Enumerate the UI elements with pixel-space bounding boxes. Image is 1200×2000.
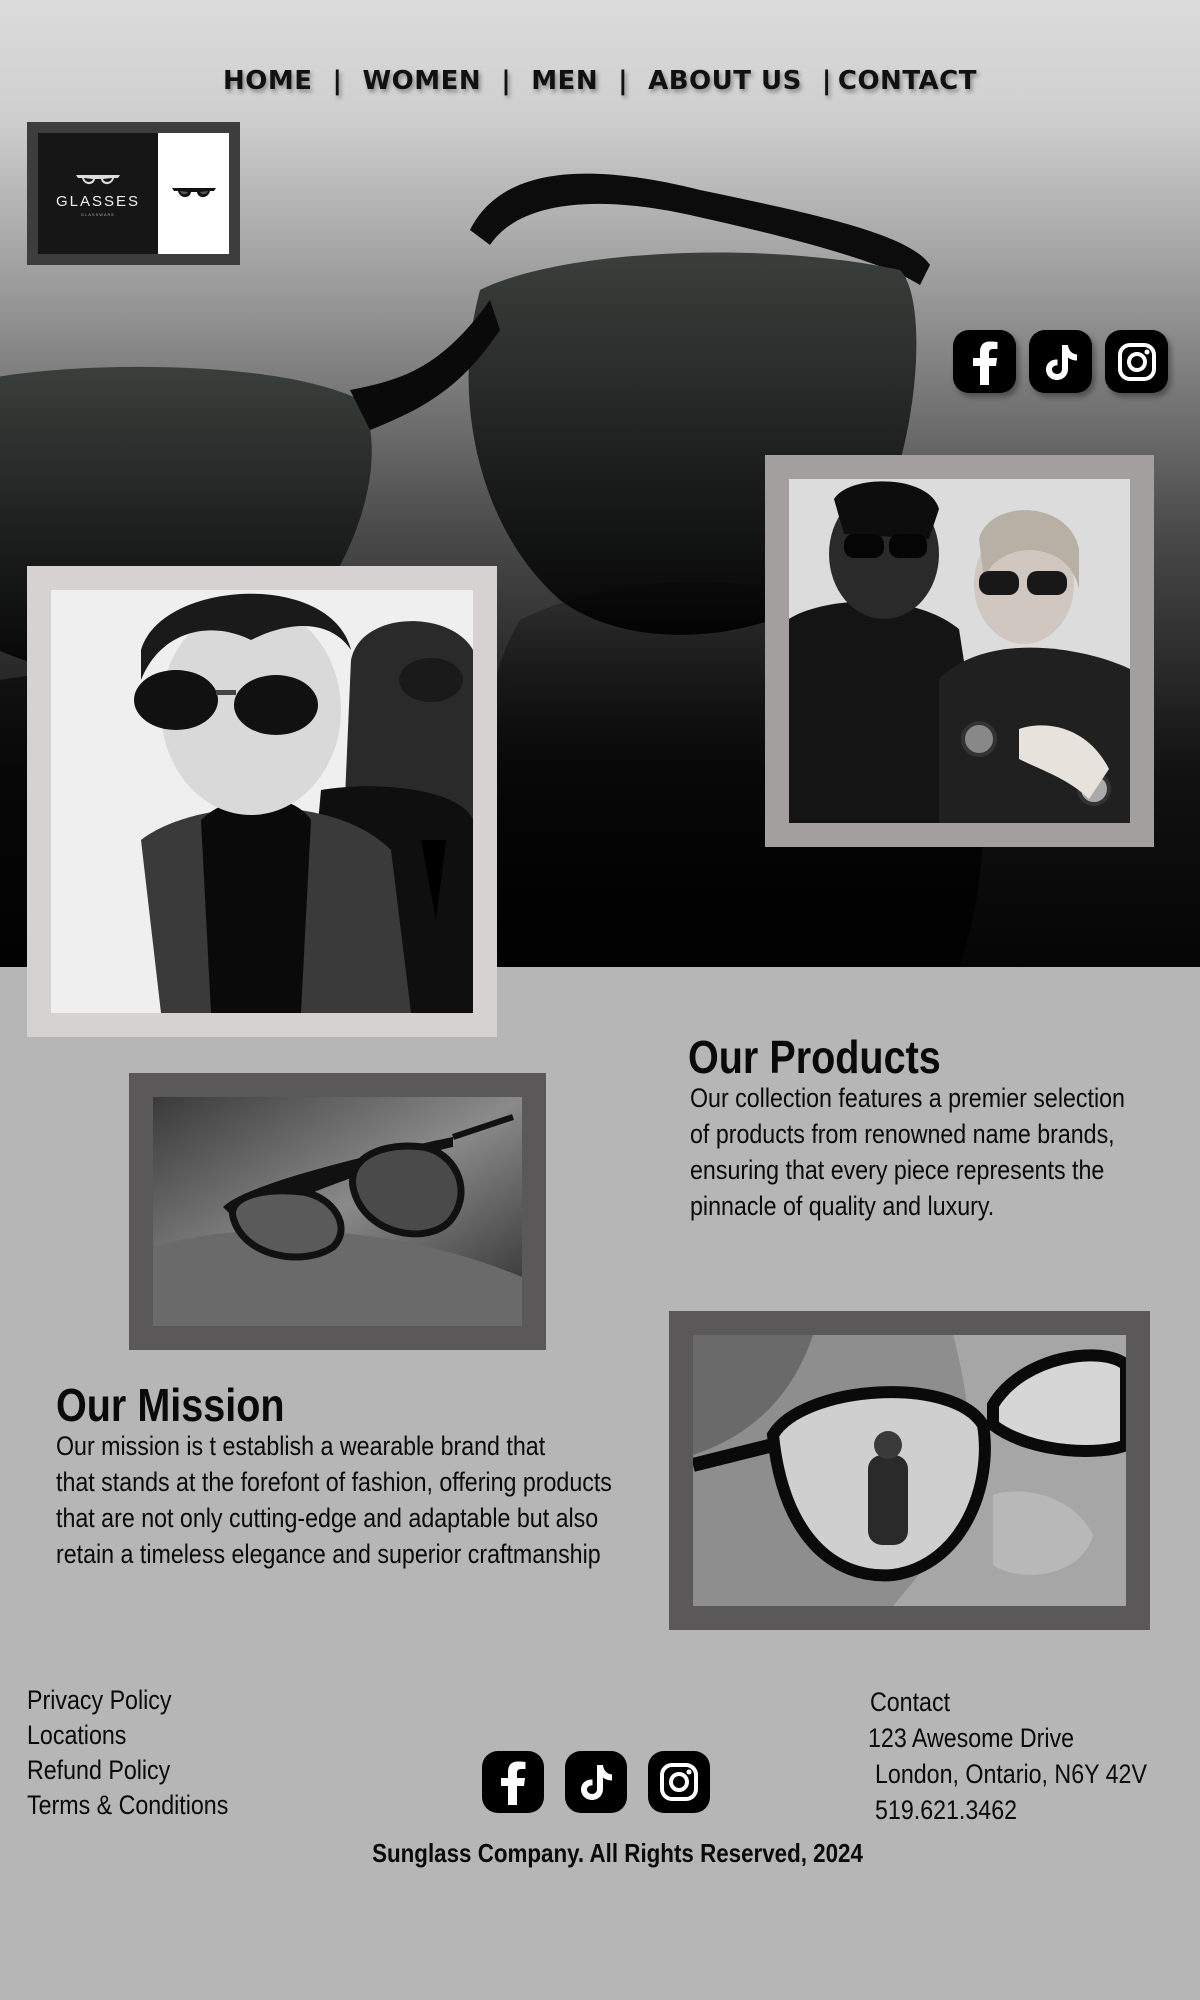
mission-line: that are not only cutting-edge and adapt… <box>56 1503 599 1533</box>
products-line: ensuring that every piece represents the <box>690 1155 1105 1185</box>
nav-separator: | <box>332 66 343 96</box>
privacy-policy-link[interactable]: Privacy Policy <box>27 1683 228 1718</box>
instagram-icon[interactable] <box>648 1751 710 1813</box>
products-line: Our collection features a premier select… <box>690 1083 1125 1113</box>
products-description: Our collection features a premier select… <box>690 1080 1137 1224</box>
terms-conditions-link[interactable]: Terms & Conditions <box>27 1788 228 1823</box>
couple-sunglasses-photo <box>789 479 1130 823</box>
nav-contact[interactable]: CONTACT <box>838 66 977 96</box>
products-heading: Our Products <box>688 1031 941 1083</box>
products-line: of products from renowned name brands, <box>690 1119 1115 1149</box>
mission-heading: Our Mission <box>56 1379 285 1431</box>
footer-social-links <box>482 1751 710 1813</box>
nav-men[interactable]: MEN <box>531 66 598 96</box>
logo-dark-panel: GLASSES GLASSWARE <box>38 133 158 254</box>
mission-description: Our mission is t establish a wearable br… <box>56 1428 658 1572</box>
products-line: pinnacle of quality and luxury. <box>690 1191 995 1221</box>
tiktok-icon[interactable] <box>565 1751 627 1813</box>
tiktok-icon[interactable] <box>1029 330 1092 393</box>
contact-heading: Contact <box>870 1687 951 1717</box>
nav-separator: | <box>618 66 629 96</box>
mission-line: Our mission is t establish a wearable br… <box>56 1431 546 1461</box>
contact-address-line1: 123 Awesome Drive <box>868 1723 1075 1753</box>
photo-frame-face-closeup <box>669 1311 1150 1630</box>
instagram-icon[interactable] <box>1105 330 1168 393</box>
photo-frame-couple <box>765 455 1154 847</box>
nav-about-us[interactable]: ABOUT US <box>648 66 802 96</box>
contact-info: Contact 123 Awesome Drive London, Ontari… <box>868 1684 1191 1828</box>
photo-frame-table-glasses <box>129 1073 546 1350</box>
contact-phone[interactable]: 519.621.3462 <box>875 1792 1147 1828</box>
glasses-logo-icon <box>76 174 120 184</box>
footer-links: Privacy Policy Locations Refund Policy T… <box>27 1683 261 1823</box>
mission-line: retain a timeless elegance and superior … <box>56 1539 601 1569</box>
nav-separator: | <box>501 66 512 96</box>
logo-light-panel <box>158 133 229 254</box>
locations-link[interactable]: Locations <box>27 1718 228 1753</box>
mission-line: that stands at the forefont of fashion, … <box>56 1467 612 1497</box>
men-sunglasses-photo <box>51 590 473 1013</box>
glasses-on-table-photo <box>153 1097 522 1326</box>
brand-logo[interactable]: GLASSES GLASSWARE <box>27 122 240 265</box>
photo-frame-men <box>27 566 497 1037</box>
logo-tagline: GLASSWARE <box>80 211 116 217</box>
nav-separator: | <box>821 66 832 96</box>
face-closeup-glasses-photo <box>693 1335 1126 1606</box>
facebook-icon[interactable] <box>953 330 1016 393</box>
facebook-icon[interactable] <box>482 1751 544 1813</box>
contact-address-line2: London, Ontario, N6Y 42V <box>875 1759 1147 1789</box>
header-social-links <box>953 330 1168 393</box>
glasses-icon <box>171 187 216 197</box>
copyright-text: Sunglass Company. All Rights Reserved, 2… <box>372 1838 863 1868</box>
logo-brand-text: GLASSES <box>55 192 141 210</box>
nav-women[interactable]: WOMEN <box>363 66 482 96</box>
main-nav: HOME | WOMEN | MEN | ABOUT US | CONTACT <box>0 66 1200 96</box>
refund-policy-link[interactable]: Refund Policy <box>27 1753 228 1788</box>
nav-home[interactable]: HOME <box>223 66 313 96</box>
